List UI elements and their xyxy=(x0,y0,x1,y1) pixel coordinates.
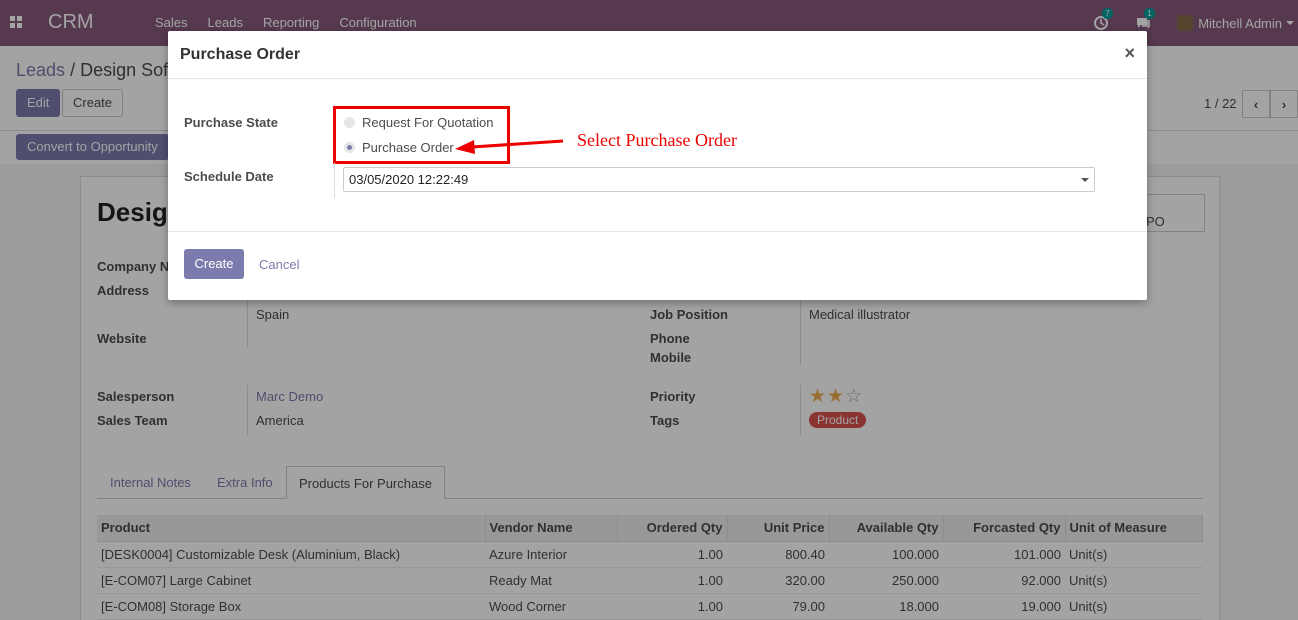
annotation-text: Select Purchase Order xyxy=(577,130,737,150)
annotation-arrow-icon xyxy=(455,139,564,154)
